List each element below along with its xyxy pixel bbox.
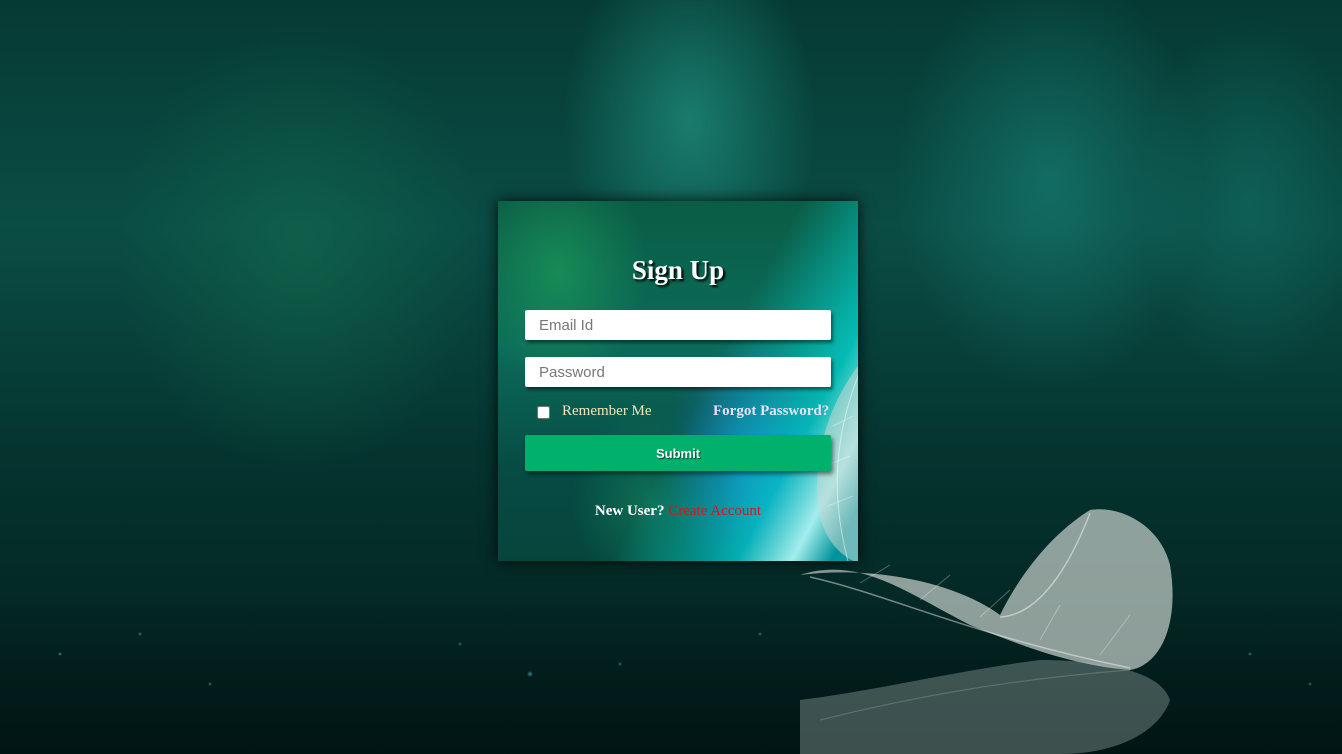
page-title: Sign Up: [631, 255, 725, 285]
signup-card: Sign Up Remember Me Forgot Password? Sub…: [498, 201, 858, 561]
background-sparkles: [0, 594, 1342, 754]
new-user-text: New User?: [594, 503, 669, 519]
submit-button[interactable]: Submit: [525, 435, 831, 471]
email-field[interactable]: [525, 310, 831, 340]
remember-me-checkbox[interactable]: [537, 406, 550, 419]
remember-me-label: Remember Me: [562, 403, 652, 419]
forgot-password-link[interactable]: Forgot Password?: [713, 403, 829, 420]
leaf-reflection: [800, 660, 1170, 754]
new-user-row: New User? Create Account: [498, 503, 858, 520]
create-account-link[interactable]: Create Account: [668, 503, 761, 519]
password-field[interactable]: [525, 357, 831, 387]
